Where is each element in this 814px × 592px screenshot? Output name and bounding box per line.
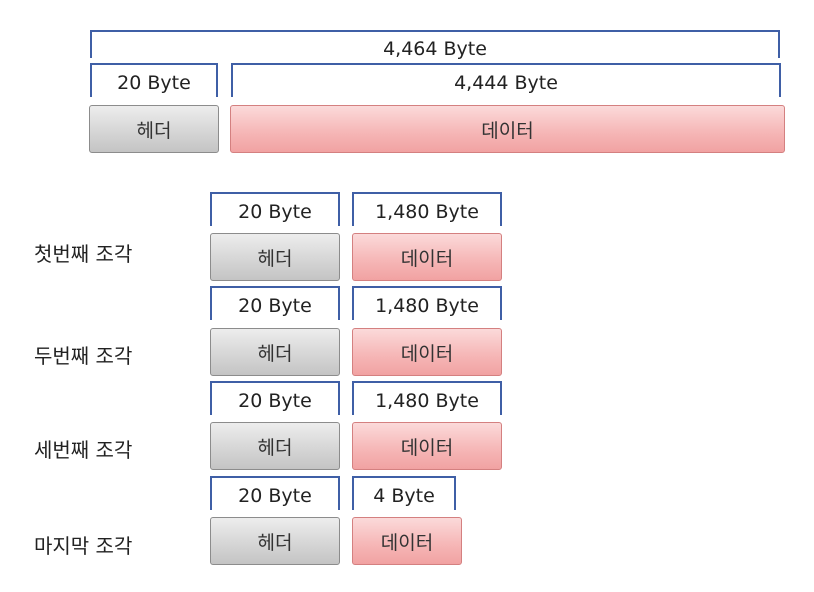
fragment-1-data-block: 데이터 <box>352 233 502 281</box>
fragment-1-data-label: 데이터 <box>400 247 454 270</box>
original-header-label: 헤더 <box>136 119 172 142</box>
fragment-2-header-size-bracket: 20 Byte <box>210 286 340 320</box>
header-size-label: 20 Byte <box>117 72 191 94</box>
fragment-3-data-size-bracket: 1,480 Byte <box>352 381 502 415</box>
fragment-4-data-label: 데이터 <box>380 531 434 554</box>
fragment-1-header-size-bracket: 20 Byte <box>210 192 340 226</box>
fragment-4-data-size-bracket: 4 Byte <box>352 476 456 510</box>
fragment-3-label: 세번째 조각 <box>34 438 133 462</box>
original-header-block: 헤더 <box>89 105 219 153</box>
fragment-1-label: 첫번째 조각 <box>34 242 133 266</box>
fragment-1-data-size-bracket: 1,480 Byte <box>352 192 502 226</box>
original-data-label: 데이터 <box>481 119 534 142</box>
fragment-2-data-size-bracket: 1,480 Byte <box>352 286 502 320</box>
fragment-4-data-block: 데이터 <box>352 517 462 565</box>
fragment-2-data-size: 1,480 Byte <box>375 295 479 317</box>
header-size-bracket: 20 Byte <box>90 63 218 97</box>
fragment-3-header-block: 헤더 <box>210 422 340 470</box>
fragment-2-label: 두번째 조각 <box>34 344 133 368</box>
fragment-3-data-size: 1,480 Byte <box>375 390 479 412</box>
fragment-3-data-label: 데이터 <box>400 436 454 459</box>
fragment-2-header-size: 20 Byte <box>238 295 312 317</box>
fragment-3-header-size-bracket: 20 Byte <box>210 381 340 415</box>
original-data-block: 데이터 <box>230 105 785 153</box>
fragment-1-header-size: 20 Byte <box>238 201 312 223</box>
fragment-4-data-size: 4 Byte <box>373 485 435 507</box>
fragment-4-header-size-bracket: 20 Byte <box>210 476 340 510</box>
fragment-4-header-label: 헤더 <box>257 531 293 554</box>
fragment-3-data-block: 데이터 <box>352 422 502 470</box>
fragment-1-data-size: 1,480 Byte <box>375 201 479 223</box>
fragment-4-header-block: 헤더 <box>210 517 340 565</box>
total-size-label: 4,464 Byte <box>383 38 487 60</box>
data-size-label: 4,444 Byte <box>454 72 558 94</box>
data-size-bracket: 4,444 Byte <box>231 63 781 97</box>
fragment-3-header-size: 20 Byte <box>238 390 312 412</box>
fragment-1-header-label: 헤더 <box>257 247 293 270</box>
fragment-3-header-label: 헤더 <box>257 436 293 459</box>
fragment-4-header-size: 20 Byte <box>238 485 312 507</box>
fragment-2-header-block: 헤더 <box>210 328 340 376</box>
fragment-1-header-block: 헤더 <box>210 233 340 281</box>
fragment-4-label: 마지막 조각 <box>34 534 133 558</box>
fragment-2-header-label: 헤더 <box>257 342 293 365</box>
total-size-bracket: 4,464 Byte <box>90 30 780 60</box>
fragment-2-data-label: 데이터 <box>400 342 454 365</box>
fragment-2-data-block: 데이터 <box>352 328 502 376</box>
